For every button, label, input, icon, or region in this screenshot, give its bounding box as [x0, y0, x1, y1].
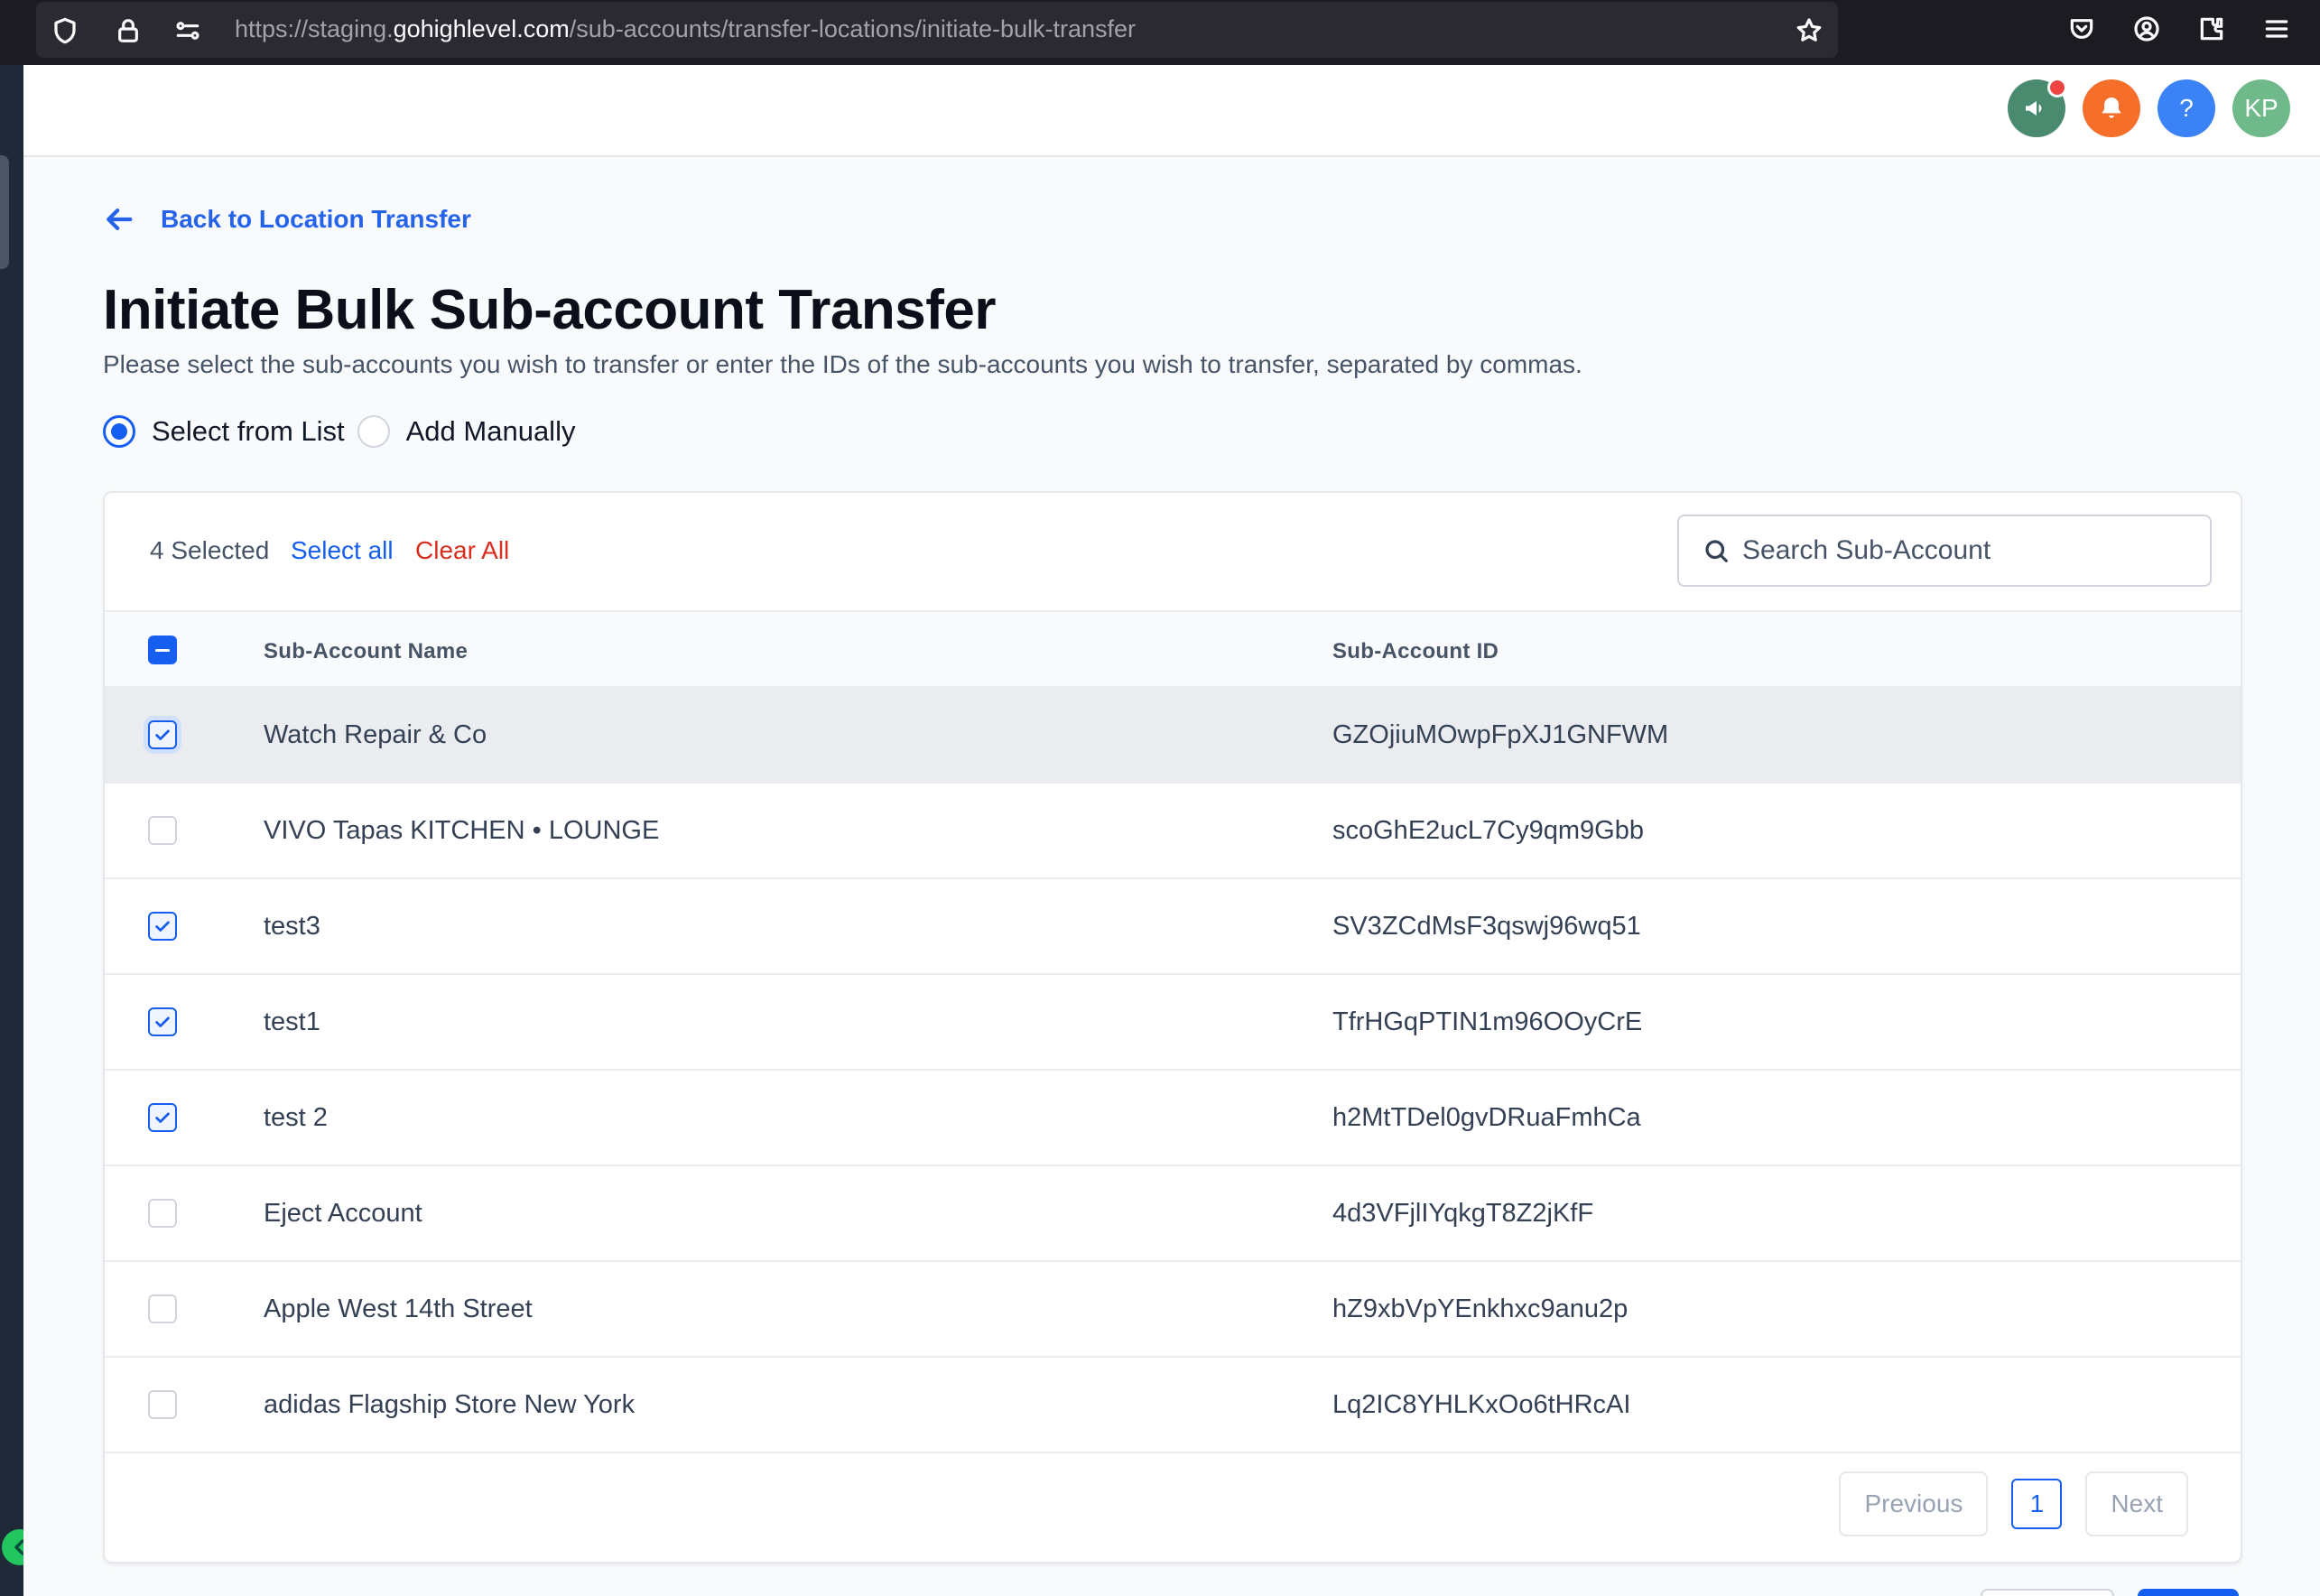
table-row[interactable]: VIVO Tapas KITCHEN • LOUNGE scoGhE2ucL7C… — [105, 784, 2241, 879]
sub-account-name: Watch Repair & Co — [264, 720, 487, 749]
table-header: Sub-Account Name Sub-Account ID — [105, 610, 2241, 688]
page-subtitle: Please select the sub-accounts you wish … — [103, 350, 1582, 378]
sub-account-id: hZ9xbVpYEnkhxc9anu2p — [1332, 1294, 1629, 1323]
check-icon — [155, 1016, 170, 1027]
sub-account-id: Lq2IC8YHLKxOo6tHRcAI — [1332, 1390, 1631, 1419]
sub-account-id: TfrHGqPTIN1m96OOyCrE — [1332, 1007, 1643, 1036]
table-row[interactable]: Eject Account 4d3VFjlIYqkgT8Z2jKfF — [105, 1166, 2241, 1262]
clear-all-button[interactable]: Clear All — [415, 536, 509, 565]
search-sub-account-field[interactable] — [1677, 515, 2212, 587]
url-path: /sub-accounts/transfer-locations/initiat… — [569, 15, 1137, 42]
lock-icon[interactable] — [112, 14, 144, 47]
back-to-location-transfer-link[interactable]: Back to Location Transfer — [105, 204, 471, 235]
sub-account-name: Apple West 14th Street — [264, 1294, 533, 1323]
next-page-button[interactable]: Next — [2085, 1471, 2188, 1536]
check-icon — [155, 1112, 170, 1123]
sidebar-gutter — [0, 65, 23, 1596]
table-row[interactable]: Watch Repair & Co GZOjiuMOwpFpXJ1GNFWM — [105, 688, 2241, 784]
radio-button[interactable] — [357, 415, 390, 448]
bookmark-star-icon[interactable] — [1793, 14, 1825, 47]
bell-icon — [2102, 97, 2121, 118]
row-checkbox[interactable] — [148, 1007, 177, 1036]
continue-button[interactable] — [2138, 1589, 2239, 1596]
select-all-checkbox[interactable] — [148, 636, 177, 664]
sub-account-selection-card: 4 Selected Select all Clear All Sub-Acco… — [103, 491, 2242, 1564]
notification-dot — [2047, 78, 2067, 97]
page-number-current[interactable]: 1 — [2011, 1479, 2063, 1529]
shield-icon[interactable] — [49, 14, 81, 47]
sub-account-id: SV3ZCdMsF3qswj96wq51 — [1332, 912, 1641, 941]
permissions-icon[interactable] — [172, 14, 204, 47]
table-row[interactable]: Apple West 14th Street hZ9xbVpYEnkhxc9an… — [105, 1262, 2241, 1358]
announcements-button[interactable] — [2008, 78, 2067, 137]
row-checkbox[interactable] — [148, 720, 177, 749]
url-host: gohighlevel.com — [393, 15, 570, 42]
column-header-name: Sub-Account Name — [264, 639, 469, 663]
sub-account-id: scoGhE2ucL7Cy9qm9Gbb — [1332, 816, 1644, 845]
sidebar-tab-indicator — [0, 155, 9, 269]
arrow-left-icon — [107, 208, 133, 231]
help-icon: ? — [2179, 94, 2194, 122]
row-checkbox[interactable] — [148, 1199, 177, 1228]
check-icon — [155, 729, 170, 740]
sub-account-id: GZOjiuMOwpFpXJ1GNFWM — [1332, 720, 1669, 749]
megaphone-icon — [2026, 101, 2042, 116]
table-row[interactable]: test3 SV3ZCdMsF3qswj96wq51 — [105, 879, 2241, 975]
sub-account-id: 4d3VFjlIYqkgT8Z2jKfF — [1332, 1199, 1594, 1228]
table-row[interactable]: test 2 h2MtTDel0gvDRuaFmhCa — [105, 1071, 2241, 1166]
address-bar[interactable]: https://staging.gohighlevel.com/sub-acco… — [36, 2, 1838, 58]
sub-accounts-table: Sub-Account Name Sub-Account ID Watch Re… — [105, 610, 2241, 1453]
radio-select-from-list[interactable]: Select from List — [103, 415, 345, 448]
url-text[interactable]: https://staging.gohighlevel.com/sub-acco… — [235, 15, 1136, 43]
previous-page-button[interactable]: Previous — [1839, 1471, 1989, 1536]
card-toolbar: 4 Selected Select all Clear All — [105, 493, 2241, 610]
browser-toolbar: https://staging.gohighlevel.com/sub-acco… — [0, 0, 2320, 65]
row-checkbox[interactable] — [148, 912, 177, 941]
sub-account-name: test1 — [264, 1007, 320, 1036]
radio-button-selected[interactable] — [103, 415, 135, 448]
radio-add-manually[interactable]: Add Manually — [357, 415, 576, 448]
main-content: Back to Location Transfer Initiate Bulk … — [23, 157, 2320, 1596]
search-icon — [1705, 540, 1728, 562]
menu-icon[interactable] — [2260, 13, 2293, 45]
sub-account-name: adidas Flagship Store New York — [264, 1390, 636, 1419]
table-row[interactable]: adidas Flagship Store New York Lq2IC8YHL… — [105, 1358, 2241, 1453]
selected-count: 4 Selected — [150, 536, 270, 564]
app-header: ? KP — [23, 65, 2320, 157]
sub-account-name: Eject Account — [264, 1199, 422, 1228]
sub-account-name: VIVO Tapas KITCHEN • LOUNGE — [264, 816, 660, 845]
row-checkbox[interactable] — [148, 1390, 177, 1419]
extensions-icon[interactable] — [2195, 13, 2228, 45]
check-icon — [155, 921, 170, 932]
table-row[interactable]: test1 TfrHGqPTIN1m96OOyCrE — [105, 975, 2241, 1071]
help-button[interactable]: ? — [2158, 79, 2215, 137]
column-header-id: Sub-Account ID — [1332, 639, 1499, 663]
select-all-button[interactable]: Select all — [291, 536, 394, 565]
notifications-button[interactable] — [2083, 79, 2140, 137]
url-prefix: https://staging. — [235, 15, 394, 42]
sub-account-id: h2MtTDel0gvDRuaFmhCa — [1332, 1103, 1641, 1132]
sub-account-name: test3 — [264, 912, 320, 941]
account-icon[interactable] — [2130, 13, 2163, 45]
transfer-mode-radio-group: Select from List Add Manually — [103, 415, 588, 448]
radio-label: Select from List — [152, 415, 345, 447]
user-avatar[interactable]: KP — [2232, 79, 2290, 137]
avatar-initials: KP — [2244, 94, 2278, 122]
pagination: Previous 1 Next — [1839, 1471, 2188, 1536]
page-title: Initiate Bulk Sub-account Transfer — [103, 279, 996, 341]
row-checkbox[interactable] — [148, 1103, 177, 1132]
row-checkbox[interactable] — [148, 1294, 177, 1323]
row-checkbox[interactable] — [148, 816, 177, 845]
back-link-label: Back to Location Transfer — [161, 205, 471, 233]
search-input[interactable] — [1742, 535, 2176, 566]
sub-account-name: test 2 — [264, 1103, 328, 1132]
cancel-button[interactable] — [1981, 1589, 2114, 1596]
radio-label: Add Manually — [405, 415, 576, 447]
pocket-icon[interactable] — [2065, 13, 2098, 45]
